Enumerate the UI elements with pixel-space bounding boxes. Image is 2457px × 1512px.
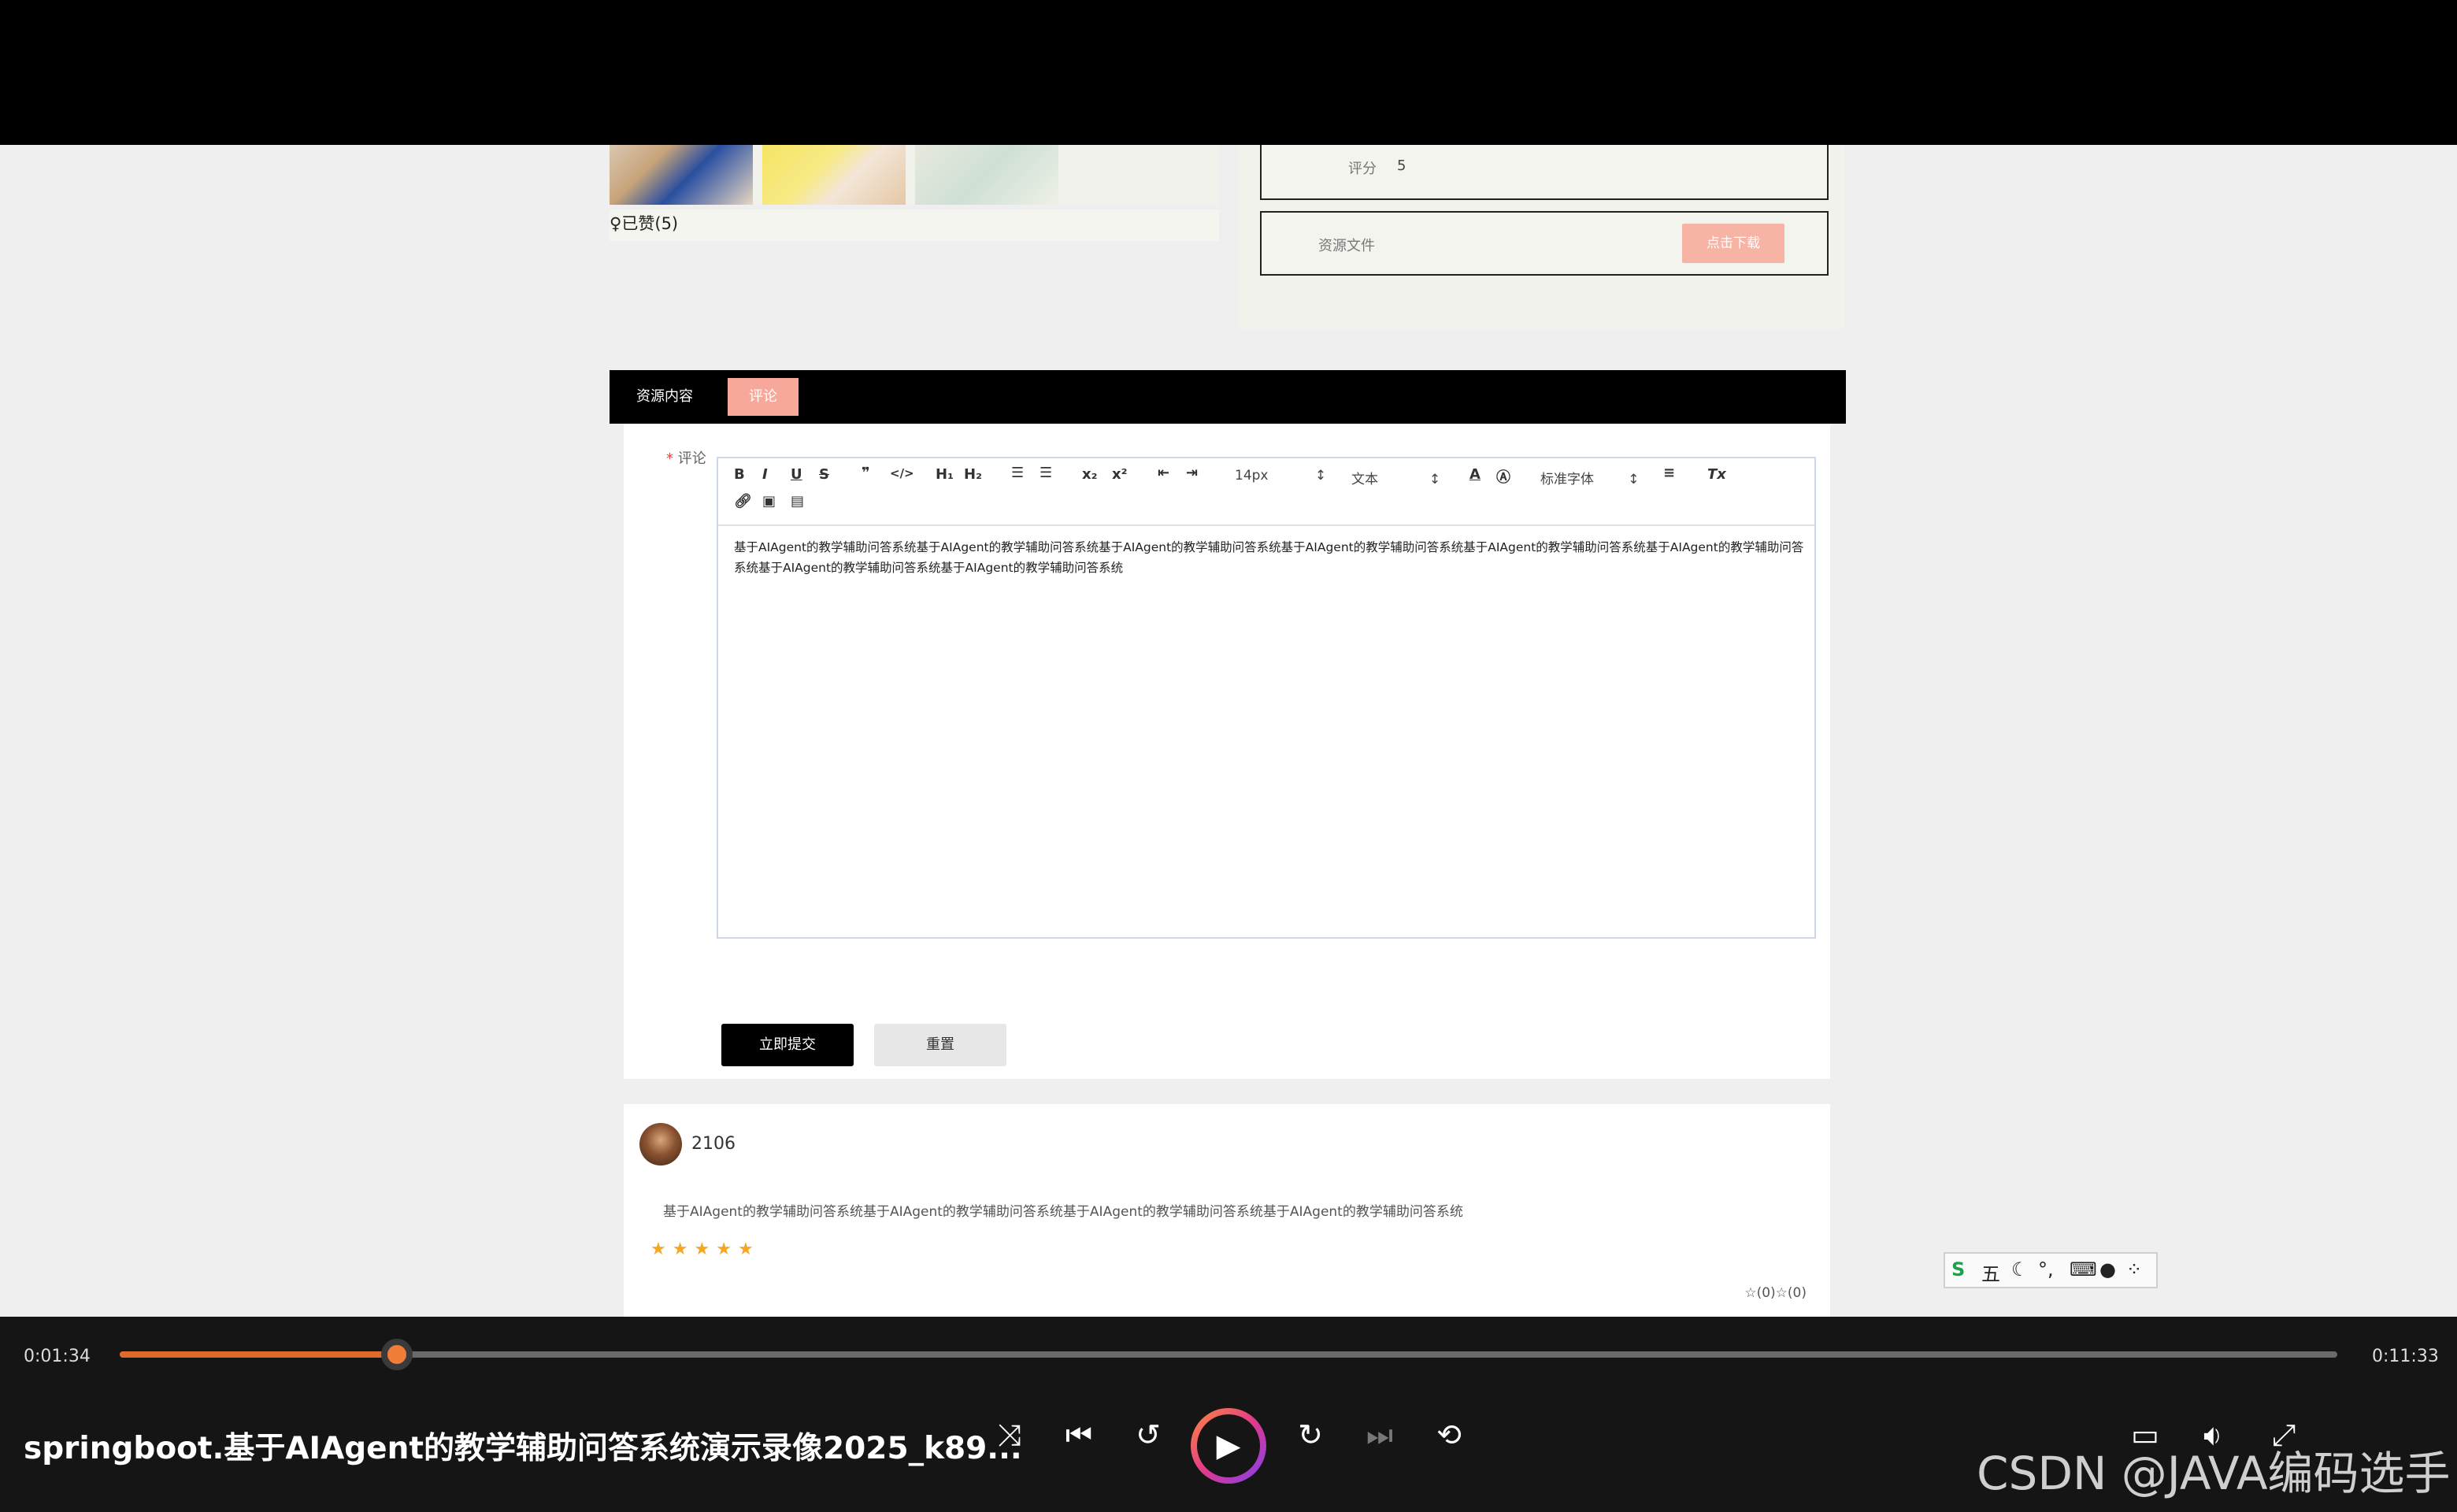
- heading-1-icon[interactable]: H₁: [936, 466, 954, 483]
- star-filled-icon: ★: [694, 1240, 717, 1259]
- background-color-icon[interactable]: Ⓐ: [1496, 466, 1510, 487]
- link-icon[interactable]: 🔗︎: [734, 493, 752, 510]
- resource-info-panel: 评分 5 资源文件 点击下载: [1238, 145, 1844, 329]
- next-icon[interactable]: ⏭: [1356, 1418, 1403, 1453]
- rewind-10-icon[interactable]: ↺: [1125, 1418, 1172, 1452]
- top-black-bar: [0, 0, 2457, 145]
- resource-file-row: 资源文件 点击下载: [1260, 211, 1829, 276]
- outdent-icon[interactable]: ⇤: [1158, 465, 1169, 481]
- video-icon[interactable]: ▤: [791, 493, 804, 510]
- underline-icon[interactable]: U: [791, 466, 802, 483]
- apps-icon[interactable]: ⁘: [2126, 1258, 2142, 1280]
- align-icon[interactable]: ≡: [1663, 465, 1675, 481]
- indent-icon[interactable]: ⇥: [1186, 465, 1198, 481]
- current-time: 0:01:34: [24, 1347, 91, 1366]
- shuffle-icon[interactable]: ⤨: [986, 1418, 1033, 1453]
- moon-icon[interactable]: ☾: [2011, 1258, 2029, 1280]
- star-filled-icon: ★: [672, 1240, 695, 1259]
- image-icon[interactable]: ▣: [762, 493, 776, 510]
- video-title: springboot.基于AIAgent的教学辅助问答系统演示录像2025_k8…: [24, 1431, 1022, 1466]
- comment-votes[interactable]: ☆(0)☆(0): [1744, 1285, 1807, 1301]
- video-player-controls: 0:01:34 0:11:33 springboot.基于AIAgent的教学辅…: [0, 1317, 2457, 1512]
- blockquote-icon[interactable]: ❞: [862, 465, 870, 481]
- comment-field-label: * 评论: [666, 450, 706, 467]
- font-size-select[interactable]: 14px ↕: [1235, 468, 1326, 484]
- forward-30-icon[interactable]: ↻: [1287, 1418, 1334, 1452]
- resource-file-label: 资源文件: [1318, 238, 1375, 254]
- user-icon[interactable]: ●: [2099, 1258, 2116, 1280]
- ime-mode[interactable]: 五: [1981, 1258, 2000, 1286]
- comment-text: 基于AIAgent的教学辅助问答系统基于AIAgent的教学辅助问答系统基于AI…: [663, 1204, 1463, 1220]
- repeat-off-icon[interactable]: ⟲: [1425, 1418, 1473, 1452]
- editor-toolbar: B I U S ❞ </> H₁ H₂ ☰ ☰ x₂ x² ⇤ ⇥ 14px ↕…: [718, 458, 1814, 526]
- tab-resource-content[interactable]: 资源内容: [630, 378, 699, 416]
- resource-thumbnail-1[interactable]: [610, 145, 753, 205]
- code-block-icon[interactable]: </>: [890, 466, 914, 480]
- rich-text-editor: B I U S ❞ </> H₁ H₂ ☰ ☰ x₂ x² ⇤ ⇥ 14px ↕…: [717, 457, 1816, 939]
- previous-icon[interactable]: ⏮: [1055, 1418, 1102, 1453]
- play-button[interactable]: ▶: [1191, 1408, 1266, 1484]
- reset-button[interactable]: 重置: [874, 1024, 1006, 1066]
- font-color-icon[interactable]: A: [1469, 466, 1480, 483]
- heading-2-icon[interactable]: H₂: [964, 466, 982, 483]
- web-page: ♀已赞(5) 评分 5 资源文件 点击下载 资源内容 评论 * 评论 B I U…: [0, 145, 2457, 1317]
- star-filled-icon: ★: [650, 1240, 673, 1259]
- seek-bar[interactable]: [120, 1339, 2337, 1370]
- strikethrough-icon[interactable]: S: [819, 466, 829, 483]
- punctuation-icon[interactable]: °,: [2038, 1258, 2054, 1280]
- rating-info-label: 评分: [1348, 161, 1377, 177]
- rating-info-row: 评分 5: [1260, 145, 1829, 200]
- sogou-logo-icon: S: [1951, 1258, 1966, 1280]
- font-family-select[interactable]: 标准字体 ↕: [1540, 468, 1639, 487]
- resource-thumbnail-3[interactable]: [915, 145, 1058, 205]
- comment-form: * 评论 B I U S ❞ </> H₁ H₂ ☰ ☰ x₂ x² ⇤ ⇥ 1…: [624, 424, 1830, 1136]
- ordered-list-icon[interactable]: ☰: [1011, 465, 1024, 481]
- total-time: 0:11:33: [2372, 1347, 2439, 1366]
- download-button[interactable]: 点击下载: [1682, 224, 1784, 263]
- resource-image-gallery: [610, 145, 1219, 205]
- rating-info-value: 5: [1397, 158, 1406, 174]
- play-icon: ▶: [1197, 1414, 1260, 1477]
- tab-comment[interactable]: 评论: [728, 378, 799, 416]
- bold-icon[interactable]: B: [734, 466, 745, 483]
- superscript-icon[interactable]: x²: [1112, 466, 1128, 483]
- comment-rating-stars: ★★★★★: [650, 1240, 760, 1259]
- star-filled-icon: ★: [716, 1240, 738, 1259]
- seek-handle[interactable]: [381, 1339, 413, 1370]
- comment-item: 2106 基于AIAgent的教学辅助问答系统基于AIAgent的教学辅助问答系…: [624, 1104, 1830, 1317]
- editor-content[interactable]: 基于AIAgent的教学辅助问答系统基于AIAgent的教学辅助问答系统基于AI…: [734, 537, 1805, 578]
- italic-icon[interactable]: I: [762, 466, 768, 483]
- ime-toolbar[interactable]: S 五 ☾ °, ⌨ ● ⁘: [1944, 1252, 2158, 1288]
- keyboard-icon[interactable]: ⌨: [2070, 1258, 2097, 1280]
- tab-bar: 资源内容 评论: [610, 370, 1846, 424]
- text-style-select[interactable]: 文本 ↕: [1351, 468, 1440, 487]
- star-filled-icon: ★: [737, 1240, 760, 1259]
- clear-format-icon[interactable]: Tx: [1707, 466, 1726, 483]
- liked-count[interactable]: ♀已赞(5): [610, 209, 1219, 241]
- subscript-icon[interactable]: x₂: [1082, 466, 1098, 483]
- resource-thumbnail-2[interactable]: [762, 145, 906, 205]
- comment-username: 2106: [691, 1134, 736, 1154]
- seek-bar-progress: [120, 1351, 397, 1358]
- bullet-list-icon[interactable]: ☰: [1040, 465, 1052, 481]
- submit-button[interactable]: 立即提交: [721, 1024, 854, 1066]
- avatar: [639, 1123, 682, 1166]
- watermark: CSDN @JAVA编码选手: [1977, 1447, 2451, 1500]
